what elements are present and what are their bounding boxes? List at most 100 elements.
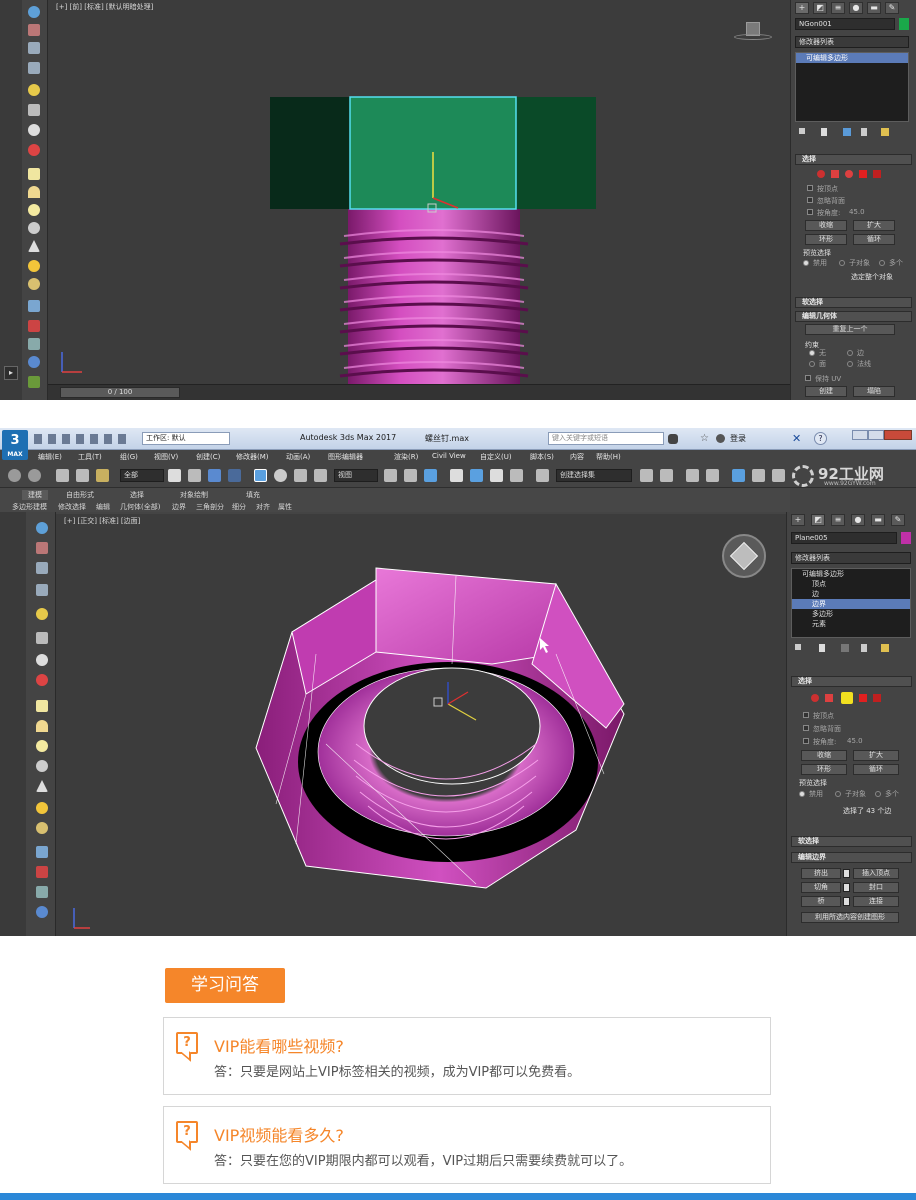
ribbon-sub-border[interactable]: 边界 bbox=[172, 502, 186, 512]
menu-animation[interactable]: 动画(A) bbox=[286, 452, 310, 462]
modify-tab[interactable]: ◩ bbox=[811, 514, 825, 526]
preserve-uv-checkbox[interactable] bbox=[805, 375, 811, 381]
sun-tool-icon[interactable] bbox=[36, 802, 48, 814]
rect-select-icon[interactable] bbox=[208, 469, 221, 482]
spinner-snap-icon[interactable] bbox=[510, 469, 523, 482]
percent-snap-icon[interactable] bbox=[490, 469, 503, 482]
cone-tool-icon[interactable] bbox=[28, 240, 40, 252]
angle-snap-icon[interactable] bbox=[470, 469, 483, 482]
constraint-normal-radio[interactable] bbox=[847, 361, 853, 367]
light-bulb-icon[interactable] bbox=[28, 84, 40, 96]
ribbon-tab-selection[interactable]: 选择 bbox=[130, 490, 144, 500]
motion-tab[interactable]: ● bbox=[849, 2, 863, 14]
create-shape-button[interactable]: 利用所选内容创建图形 bbox=[801, 912, 899, 923]
ribbon-tab-freeform[interactable]: 自由形式 bbox=[66, 490, 94, 500]
time-slider[interactable]: 0 / 100 bbox=[60, 387, 180, 398]
preview-subobject-radio[interactable] bbox=[839, 260, 845, 266]
by-angle-checkbox[interactable] bbox=[803, 738, 809, 744]
image-tool-icon[interactable] bbox=[36, 542, 48, 554]
grow-button[interactable]: 扩大 bbox=[853, 220, 895, 231]
show-end-result-icon[interactable] bbox=[821, 128, 827, 136]
ribbon-tab-object-paint[interactable]: 对象绘制 bbox=[180, 490, 208, 500]
search-input[interactable]: 键入关键字或短语 bbox=[548, 432, 664, 445]
snap-toggle-icon[interactable] bbox=[450, 469, 463, 482]
element-mode-icon[interactable] bbox=[873, 694, 881, 702]
object-color-swatch[interactable] bbox=[899, 18, 909, 30]
edge-mode-icon[interactable] bbox=[825, 694, 833, 702]
brush-tool-icon[interactable] bbox=[28, 320, 40, 332]
disc-tool-icon[interactable] bbox=[28, 278, 40, 290]
workspace-dropdown[interactable]: 工作区: 默认 bbox=[142, 432, 230, 445]
ribbon-tab-modeling[interactable]: 建模 bbox=[22, 490, 48, 500]
close-x-icon[interactable]: ✕ bbox=[792, 432, 801, 445]
by-vertex-checkbox[interactable] bbox=[807, 185, 813, 191]
ribbon-sub-subdivision[interactable]: 细分 bbox=[232, 502, 246, 512]
stack-item[interactable]: 边 bbox=[792, 589, 910, 599]
stack-item[interactable]: 可编辑多边形 bbox=[796, 53, 908, 63]
rollout-soft-selection[interactable]: 软选择 bbox=[795, 297, 912, 308]
by-angle-checkbox[interactable] bbox=[807, 209, 813, 215]
remove-modifier-icon[interactable] bbox=[861, 644, 867, 652]
edit-named-sets-icon[interactable] bbox=[536, 469, 549, 482]
insert-vertex-button[interactable]: 插入顶点 bbox=[853, 868, 899, 879]
move-icon[interactable] bbox=[254, 469, 267, 482]
constraint-edge-radio[interactable] bbox=[847, 350, 853, 356]
stack-item[interactable]: 多边形 bbox=[792, 609, 910, 619]
menu-civil-view[interactable]: Civil View bbox=[432, 452, 466, 460]
create-tab[interactable]: + bbox=[795, 2, 809, 14]
vertex-mode-icon[interactable] bbox=[811, 694, 819, 702]
reference-coord-dropdown[interactable]: 视图 bbox=[334, 469, 378, 482]
repeat-last-button[interactable]: 重复上一个 bbox=[805, 324, 895, 335]
connect-button[interactable]: 连接 bbox=[853, 896, 899, 907]
grow-button[interactable]: 扩大 bbox=[853, 750, 899, 761]
ignore-backfacing-checkbox[interactable] bbox=[803, 725, 809, 731]
show-end-result-icon[interactable] bbox=[819, 644, 825, 652]
wave-tool-icon[interactable] bbox=[28, 104, 40, 116]
loop-button[interactable]: 循环 bbox=[853, 764, 899, 775]
moon-tool-icon[interactable] bbox=[28, 124, 40, 136]
edge-mode-icon[interactable] bbox=[831, 170, 839, 178]
scale-icon[interactable] bbox=[294, 469, 307, 482]
border-mode-icon[interactable] bbox=[841, 692, 853, 704]
menu-content[interactable]: 内容 bbox=[570, 452, 584, 462]
preview-disabled-radio[interactable] bbox=[803, 260, 809, 266]
rollout-edit-borders[interactable]: 编辑边界 bbox=[791, 852, 912, 863]
minimize-button[interactable] bbox=[852, 430, 868, 440]
grid-tool-icon[interactable] bbox=[36, 584, 48, 596]
box-tool-icon[interactable] bbox=[36, 700, 48, 712]
ribbon-sub-properties[interactable]: 属性 bbox=[278, 502, 292, 512]
sphere-tool-icon[interactable] bbox=[36, 522, 48, 534]
create-tab[interactable]: + bbox=[791, 514, 805, 526]
bridge-button[interactable]: 桥 bbox=[801, 896, 841, 907]
modifier-list-dropdown[interactable]: 修改器列表 bbox=[791, 552, 911, 564]
configure-sets-icon[interactable] bbox=[881, 128, 889, 136]
star-icon[interactable]: ☆ bbox=[700, 433, 709, 444]
viewport-ortho[interactable]: [+] [正交] [标准] [边面] bbox=[56, 514, 786, 936]
sphere-tool-icon[interactable] bbox=[28, 6, 40, 18]
make-unique-icon[interactable] bbox=[843, 128, 851, 136]
extrude-button[interactable]: 挤出 bbox=[801, 868, 841, 879]
wave-tool-icon[interactable] bbox=[36, 632, 48, 644]
stack-item-selected[interactable]: 边界 bbox=[792, 599, 910, 609]
binoculars-icon[interactable] bbox=[668, 434, 678, 444]
ribbon-sub-edit[interactable]: 编辑 bbox=[96, 502, 110, 512]
shrink-button[interactable]: 收缩 bbox=[805, 220, 847, 231]
material-editor-icon[interactable] bbox=[732, 469, 745, 482]
ring-button[interactable]: 环形 bbox=[801, 764, 847, 775]
angle-value[interactable]: 45.0 bbox=[849, 208, 865, 216]
preview-disabled-radio[interactable] bbox=[799, 791, 805, 797]
undo-icon[interactable] bbox=[8, 469, 21, 482]
angle-value[interactable]: 45.0 bbox=[847, 737, 863, 745]
constraint-none-radio[interactable] bbox=[809, 350, 815, 356]
loop-button[interactable]: 循环 bbox=[853, 234, 895, 245]
object-color-swatch[interactable] bbox=[901, 532, 911, 544]
maximize-button[interactable] bbox=[868, 430, 884, 440]
polygon-mode-icon[interactable] bbox=[859, 694, 867, 702]
motion-tab[interactable]: ● bbox=[851, 514, 865, 526]
user-icon[interactable] bbox=[716, 434, 725, 443]
select-manipulate-icon[interactable] bbox=[404, 469, 417, 482]
ribbon-tab-populate[interactable]: 填充 bbox=[246, 490, 260, 500]
modifier-stack[interactable]: 可编辑多边形 顶点 边 边界 多边形 元素 bbox=[791, 568, 911, 638]
collapse-button[interactable]: 塌陷 bbox=[853, 386, 895, 397]
menu-help[interactable]: 帮助(H) bbox=[596, 452, 621, 462]
